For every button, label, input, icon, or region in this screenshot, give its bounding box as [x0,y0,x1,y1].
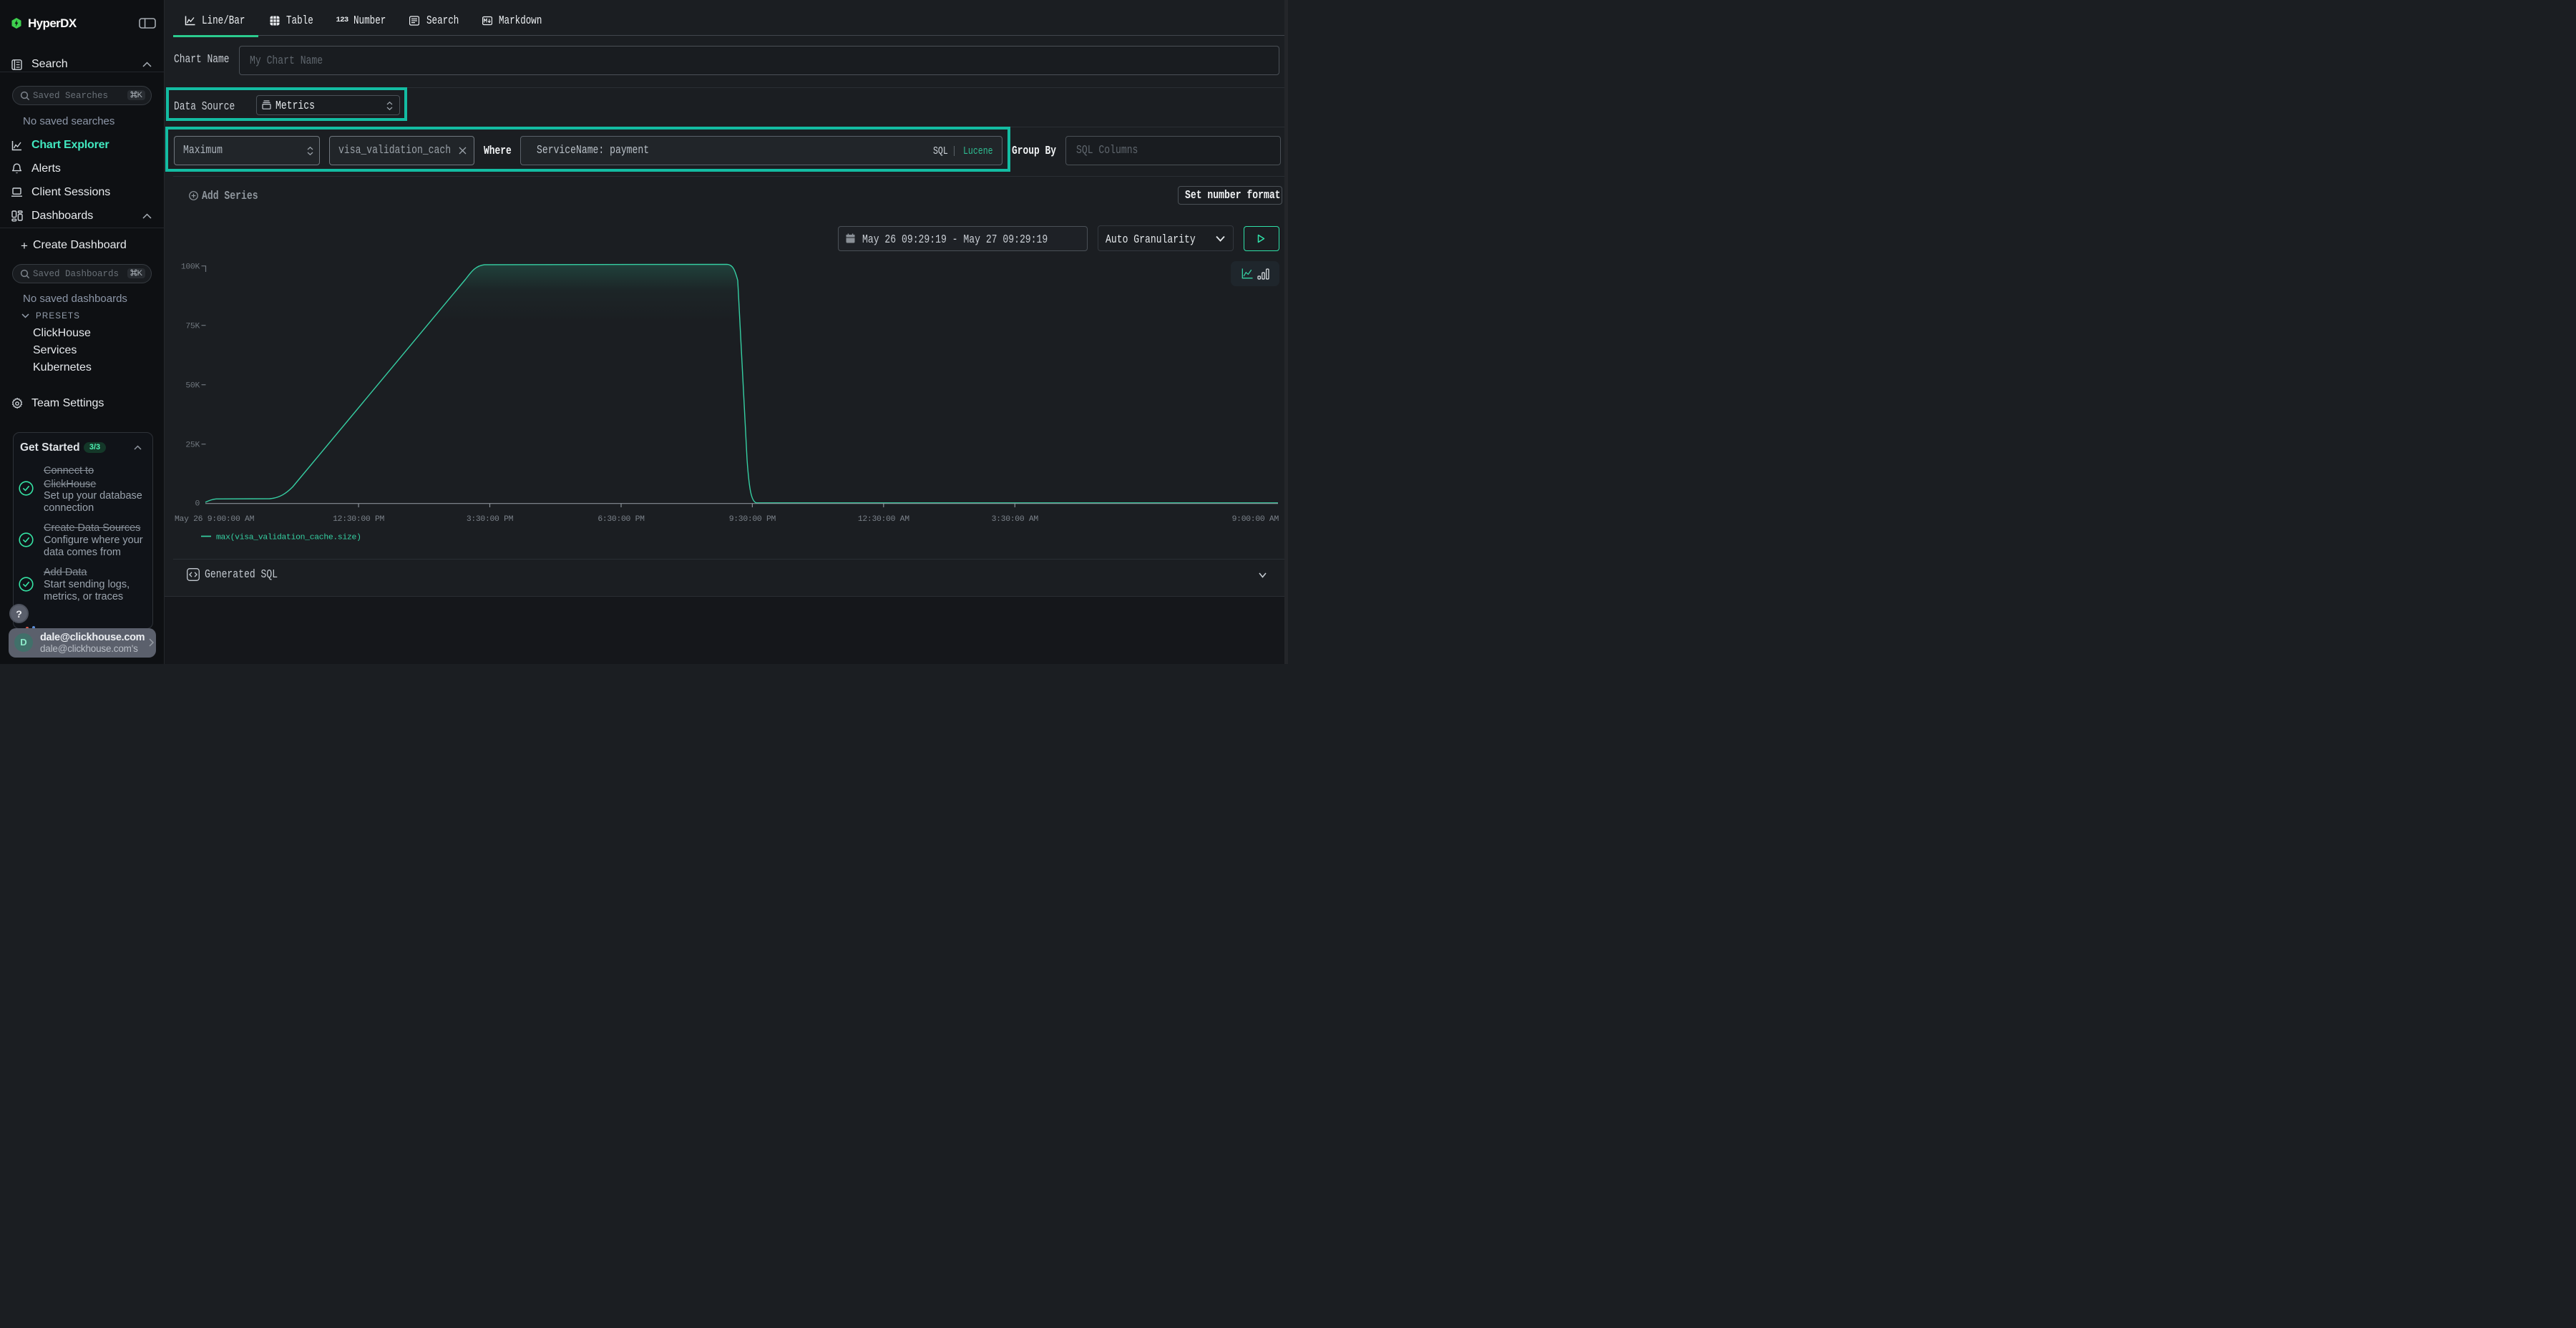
svg-text:12:30:00 PM: 12:30:00 PM [333,515,384,524]
svg-text:25K: 25K [185,441,200,450]
svg-text:50K: 50K [185,382,200,391]
svg-text:3:30:00 AM: 3:30:00 AM [992,515,1039,524]
svg-text:6:30:00 PM: 6:30:00 PM [597,515,645,524]
svg-text:3:30:00 PM: 3:30:00 PM [467,515,514,524]
svg-text:max(visa_validation_cache.size: max(visa_validation_cache.size) [216,534,361,542]
svg-text:75K: 75K [185,323,200,331]
svg-text:0: 0 [195,500,200,509]
svg-text:May 26 9:00:00 AM: May 26 9:00:00 AM [175,515,255,524]
svg-text:100K: 100K [181,263,200,272]
svg-text:9:00:00 AM: 9:00:00 AM [1232,515,1279,524]
svg-text:12:30:00 AM: 12:30:00 AM [858,515,909,524]
svg-text:9:30:00 PM: 9:30:00 PM [729,515,776,524]
